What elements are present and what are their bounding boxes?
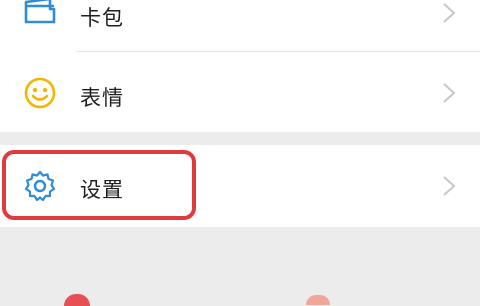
chevron-right-icon <box>442 82 456 104</box>
card-wallet-icon <box>22 0 58 32</box>
chevron-right-icon <box>442 2 456 24</box>
menu-item-label: 表情 <box>80 86 124 110</box>
menu-item-emoji[interactable]: 表情 <box>0 51 480 132</box>
smiley-face-icon <box>22 75 58 111</box>
chevron-right-icon <box>442 175 456 197</box>
list-divider <box>76 51 480 52</box>
menu-item-label: 卡包 <box>80 6 124 30</box>
partial-icon <box>306 295 330 305</box>
menu-item-card-wallet[interactable]: 卡包 <box>0 0 480 51</box>
partial-icon <box>64 294 90 306</box>
settings-highlight-annotation <box>2 150 196 220</box>
